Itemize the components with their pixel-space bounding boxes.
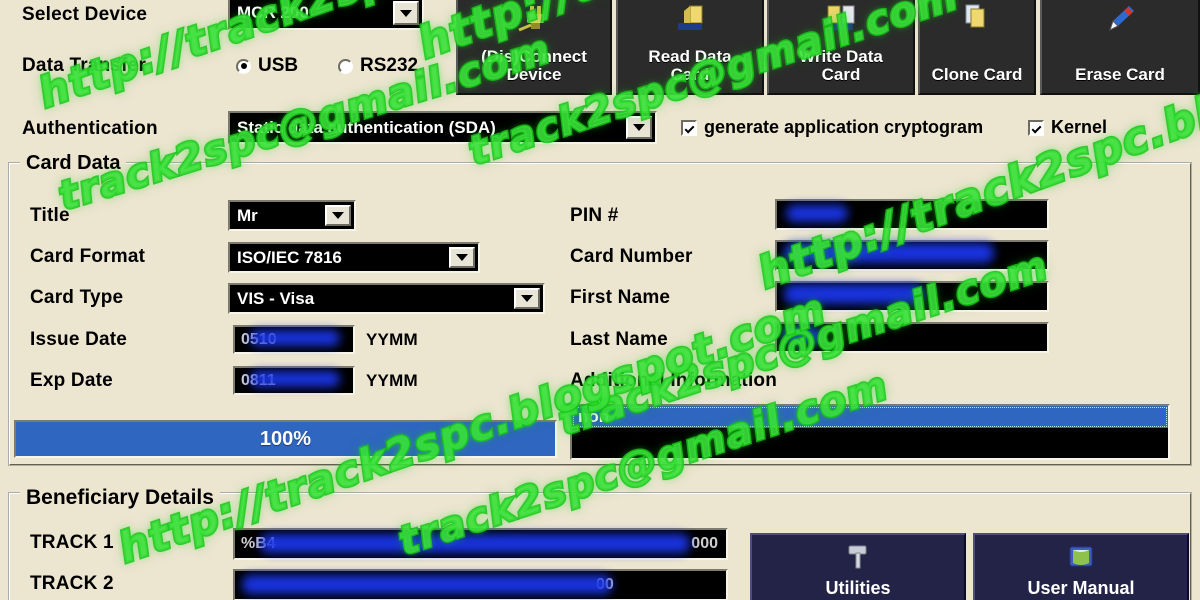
checkbox-generate-cryptogram[interactable]: generate application cryptogram (681, 117, 983, 138)
progress-bar: 100% (14, 420, 557, 458)
card-type-value: VIS - Visa (237, 288, 315, 308)
checkbox-kernel-box (1028, 119, 1044, 136)
select-device-value: MCR 200 (237, 3, 309, 22)
utilities-label: Utilities (825, 578, 891, 598)
issue-date-format-label: YYMM (366, 330, 418, 349)
radio-usb-dot (236, 58, 251, 74)
last-name-input[interactable] (775, 322, 1049, 353)
checkbox-kernel[interactable]: Kernel (1028, 117, 1107, 138)
radio-usb[interactable]: USB (236, 55, 298, 77)
progress-percent-label: 100% (259, 427, 312, 450)
write-data-card-button[interactable]: Write Data Card (767, 0, 915, 95)
radio-rs232[interactable]: RS232 (338, 55, 418, 77)
authentication-label: Authentication (22, 118, 158, 139)
clone-card-label: Clone Card (931, 65, 1023, 85)
application-window: Select Device MCR 200 Data Transfer USB … (0, 0, 1200, 600)
exp-date-input[interactable]: 0811 (233, 366, 355, 395)
checkbox-generate-cryptogram-box (681, 119, 697, 136)
progress-bar-fill: 100% (16, 422, 555, 456)
additional-information-label: Additional Information (570, 370, 778, 391)
first-name-input[interactable] (775, 281, 1049, 312)
chevron-down-icon[interactable] (514, 288, 540, 309)
beneficiary-details-legend: Beneficiary Details (20, 486, 220, 510)
chevron-down-icon[interactable] (325, 205, 351, 226)
track2-label: TRACK 2 (30, 573, 114, 594)
track2-input[interactable]: 00 (233, 569, 728, 600)
title-label: Title (30, 205, 70, 226)
copy-icon (960, 3, 994, 33)
pin-label: PIN # (570, 205, 619, 226)
user-manual-label: User Manual (1027, 578, 1135, 598)
write-data-card-label: Write Data Card (799, 47, 883, 85)
track1-input[interactable]: %B4 000 (233, 528, 728, 560)
read-data-card-label: Read Data Card (648, 47, 732, 85)
erase-card-button[interactable]: Erase Card (1040, 0, 1200, 95)
title-combo[interactable]: Mr (228, 200, 356, 231)
first-name-label: First Name (570, 287, 671, 308)
chevron-down-icon[interactable] (449, 247, 475, 268)
utilities-button[interactable]: Utilities (750, 533, 966, 600)
clone-card-button[interactable]: Clone Card (918, 0, 1036, 95)
hammer-icon (843, 543, 873, 571)
track1-value-end: 000 (691, 535, 718, 552)
erase-card-label: Erase Card (1075, 65, 1165, 85)
data-transfer-label: Data Transfer (22, 55, 147, 76)
radio-rs232-label: RS232 (360, 55, 419, 76)
write-card-icon (824, 3, 858, 33)
card-number-input[interactable] (775, 240, 1049, 271)
read-data-card-button[interactable]: Read Data Card (616, 0, 764, 95)
track1-value-start: %B4 (241, 535, 276, 552)
eraser-icon (1103, 3, 1137, 33)
radio-usb-label: USB (258, 55, 299, 76)
list-item[interactable]: non (572, 406, 1168, 428)
last-name-label: Last Name (570, 329, 668, 350)
issue-date-label: Issue Date (30, 329, 128, 350)
exp-date-format-label: YYMM (366, 371, 418, 390)
card-format-combo[interactable]: ISO/IEC 7816 (228, 242, 480, 273)
pin-input[interactable] (775, 199, 1049, 230)
card-type-label: Card Type (30, 287, 124, 308)
exp-date-label: Exp Date (30, 370, 113, 391)
chevron-down-icon[interactable] (393, 1, 419, 25)
chevron-down-icon[interactable] (626, 116, 652, 139)
issue-date-input[interactable]: 0510 (233, 325, 355, 354)
manual-book-icon (1066, 543, 1096, 571)
radio-rs232-dot (338, 58, 353, 74)
card-format-label: Card Format (30, 246, 146, 267)
issue-date-value: 0510 (241, 330, 277, 348)
authentication-combo[interactable]: Static data authentication (SDA) (228, 111, 657, 144)
authentication-value: Static data authentication (SDA) (237, 117, 496, 137)
exp-date-value: 0811 (241, 371, 276, 389)
connect-device-button[interactable]: (Dis)Connect Device (456, 0, 612, 95)
checkbox-kernel-label: Kernel (1051, 117, 1108, 137)
card-format-value: ISO/IEC 7816 (237, 247, 342, 267)
read-card-icon (673, 3, 707, 33)
select-device-combo[interactable]: MCR 200 (228, 0, 424, 30)
card-type-combo[interactable]: VIS - Visa (228, 283, 545, 314)
select-device-label: Select Device (22, 4, 148, 25)
card-number-label: Card Number (570, 246, 693, 267)
checkbox-generate-cryptogram-label: generate application cryptogram (704, 117, 984, 137)
user-manual-button[interactable]: User Manual (973, 533, 1189, 600)
title-value: Mr (237, 205, 258, 225)
track1-label: TRACK 1 (30, 532, 114, 553)
connect-device-label: (Dis)Connect Device (481, 47, 587, 85)
card-data-legend: Card Data (20, 152, 127, 175)
plug-icon (517, 3, 551, 33)
track2-value-end: 00 (596, 576, 614, 593)
additional-information-listbox[interactable]: non (570, 404, 1170, 460)
